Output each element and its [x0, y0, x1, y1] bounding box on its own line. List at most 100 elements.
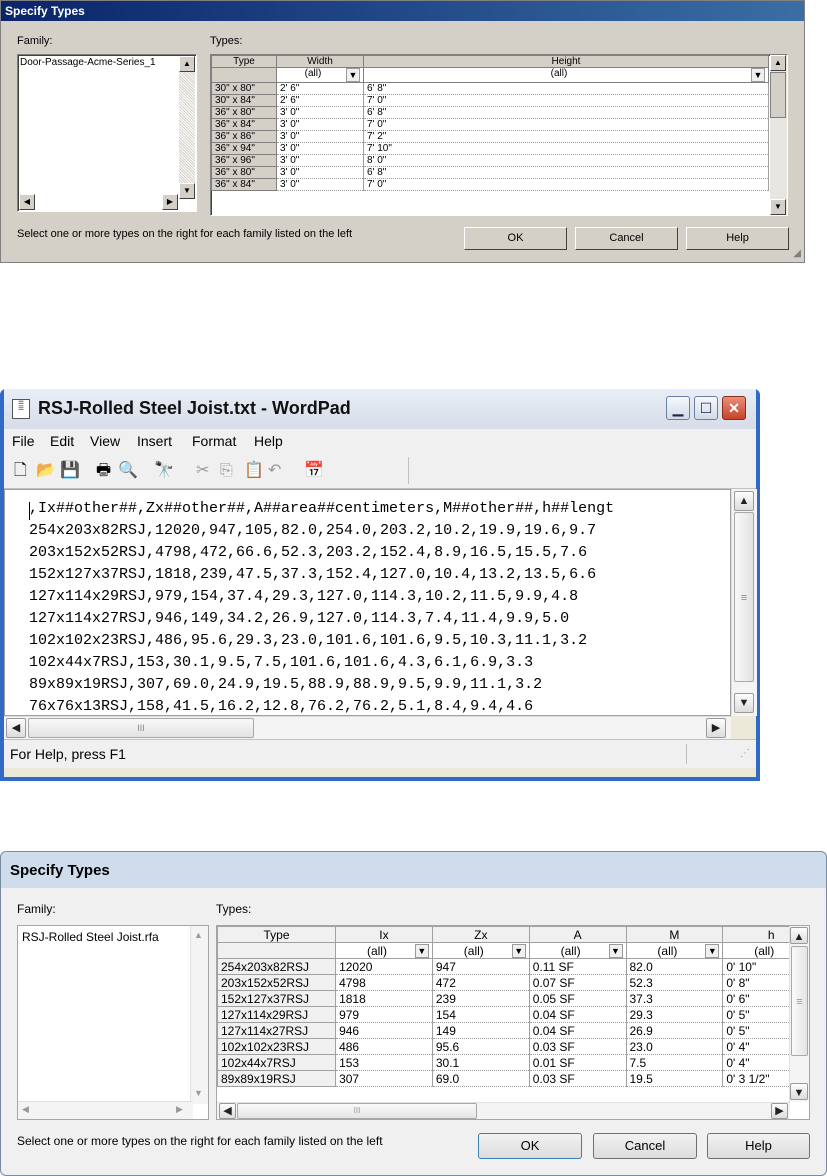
resize-grip-icon[interactable]: ⋰ — [740, 748, 750, 759]
paste-icon[interactable]: 📋 — [244, 462, 264, 480]
table-cell[interactable]: 29.3 — [626, 1006, 724, 1023]
table-cell[interactable]: 30" x 84" — [211, 94, 277, 107]
table-cell[interactable]: 153 — [335, 1054, 433, 1071]
grid-horizontal-scrollbar[interactable]: ◀ III ▶ — [217, 1102, 790, 1119]
table-cell[interactable]: 95.6 — [432, 1038, 530, 1055]
table-cell[interactable]: 23.0 — [626, 1038, 724, 1055]
table-cell[interactable]: 0.04 SF — [529, 1006, 627, 1023]
chevron-down-icon[interactable]: ▼ — [751, 68, 765, 82]
scroll-down-icon[interactable]: ▼ — [194, 1088, 203, 1098]
filter-dropdown[interactable]: ▼ (all) — [431, 942, 530, 959]
open-folder-icon[interactable]: 📂 — [36, 462, 56, 480]
table-cell[interactable]: 0.05 SF — [529, 990, 627, 1007]
table-cell[interactable]: 1818 — [335, 990, 433, 1007]
table-cell[interactable]: 0.01 SF — [529, 1054, 627, 1071]
scroll-thumb[interactable]: ≡ — [734, 512, 754, 682]
table-cell[interactable]: 472 — [432, 974, 530, 991]
table-cell[interactable]: 946 — [335, 1022, 433, 1039]
column-header-height[interactable]: Height — [363, 55, 769, 68]
table-cell[interactable]: 7' 2" — [363, 130, 769, 143]
scroll-thumb[interactable]: III — [28, 718, 254, 738]
column-header[interactable]: A — [528, 926, 627, 943]
scroll-up-icon[interactable]: ▲ — [770, 55, 786, 71]
table-cell[interactable]: 30.1 — [432, 1054, 530, 1071]
scroll-down-icon[interactable]: ▼ — [770, 199, 786, 215]
table-cell[interactable]: 0.03 SF — [529, 1038, 627, 1055]
table-cell[interactable]: 3' 0" — [276, 118, 364, 131]
table-cell[interactable]: 0.04 SF — [529, 1022, 627, 1039]
chevron-down-icon[interactable]: ▼ — [705, 943, 720, 958]
table-cell[interactable]: 102x44x7RSJ — [217, 1054, 337, 1071]
new-document-icon[interactable]: 🗋 — [14, 462, 27, 480]
chevron-down-icon[interactable]: ▼ — [608, 943, 623, 958]
document-icon[interactable]: ≡ ≡ — [12, 398, 30, 419]
vertical-scrollbar-track[interactable] — [179, 72, 195, 183]
table-cell[interactable]: 30" x 80" — [211, 82, 277, 95]
scroll-up-icon[interactable]: ▲ — [734, 491, 754, 511]
horizontal-scrollbar[interactable]: ◀ ▶ — [18, 1101, 193, 1119]
find-icon[interactable]: 🔭 — [154, 462, 174, 480]
vertical-scrollbar[interactable]: ▲ ≡ ▼ — [731, 489, 757, 716]
minimize-icon[interactable]: ▁ — [666, 396, 690, 420]
resize-grip-icon[interactable]: ◢ — [793, 248, 801, 259]
table-row[interactable]: 36" x 80" 3' 0" 6' 8" — [211, 106, 769, 119]
table-row[interactable]: 152x127x37RSJ18182390.05 SF37.30' 6"0' 5… — [217, 990, 809, 1007]
chevron-down-icon[interactable]: ▼ — [511, 943, 526, 958]
table-cell[interactable]: 4798 — [335, 974, 433, 991]
table-cell[interactable]: 36" x 96" — [211, 154, 277, 167]
close-icon[interactable]: ✕ — [722, 396, 746, 420]
table-row[interactable]: 102x102x23RSJ48695.60.03 SF23.00' 4"0' 4… — [217, 1038, 809, 1055]
table-row[interactable]: 36" x 94" 3' 0" 7' 10" — [211, 142, 769, 155]
scroll-left-icon[interactable]: ◀ — [6, 718, 26, 738]
types-grid[interactable]: Type Width Height (all) ▼ (all) ▼ 30" x 80… — [210, 54, 788, 216]
column-header-type[interactable]: Type — [211, 55, 277, 68]
table-cell[interactable]: 89x89x19RSJ — [217, 1070, 337, 1087]
scroll-up-icon[interactable]: ▲ — [179, 56, 195, 72]
family-list-item[interactable]: RSJ-Rolled Steel Joist.rfa — [22, 930, 159, 944]
table-row[interactable]: 30" x 80" 2' 6" 6' 8" — [211, 82, 769, 95]
scroll-right-icon[interactable]: ▶ — [771, 1103, 788, 1119]
table-cell[interactable]: 6' 8" — [363, 106, 769, 119]
types-grid[interactable]: TypeIxZxAMhb ▼(all)▼(all)▼(all)▼(all)▼(a… — [216, 925, 810, 1120]
filter-dropdown[interactable]: ▼ (all) — [335, 942, 433, 959]
scroll-right-icon[interactable]: ▶ — [176, 1104, 183, 1115]
table-row[interactable]: 36" x 80" 3' 0" 6' 8" — [211, 166, 769, 179]
scroll-down-icon[interactable]: ▼ — [734, 693, 754, 713]
table-cell[interactable]: 19.5 — [626, 1070, 724, 1087]
menu-insert[interactable]: Insert — [137, 433, 172, 449]
table-row[interactable]: 36" x 86" 3' 0" 7' 2" — [211, 130, 769, 143]
table-cell[interactable]: 36" x 84" — [211, 178, 277, 191]
table-cell[interactable]: 36" x 94" — [211, 142, 277, 155]
table-cell[interactable]: 7.5 — [626, 1054, 724, 1071]
table-cell[interactable]: 8' 0" — [363, 154, 769, 167]
table-cell[interactable]: 0.03 SF — [529, 1070, 627, 1087]
help-button[interactable]: Help — [707, 1133, 810, 1159]
chevron-down-icon[interactable]: ▼ — [346, 68, 360, 82]
table-cell[interactable]: 6' 8" — [363, 82, 769, 95]
table-row[interactable]: 127x114x29RSJ9791540.04 SF29.30' 5"0' 4 … — [217, 1006, 809, 1023]
table-cell[interactable]: 127x114x27RSJ — [217, 1022, 337, 1039]
filter-dropdown[interactable]: ▼ (all) — [625, 942, 724, 959]
table-cell[interactable]: 52.3 — [626, 974, 724, 991]
table-cell[interactable]: 6' 8" — [363, 166, 769, 179]
table-cell[interactable]: 486 — [335, 1038, 433, 1055]
table-cell[interactable]: 36" x 84" — [211, 118, 277, 131]
scroll-thumb[interactable]: III — [237, 1103, 477, 1119]
horizontal-scrollbar[interactable]: ◀ III ▶ — [4, 716, 731, 739]
menu-view[interactable]: View — [90, 433, 120, 449]
table-cell[interactable]: 3' 0" — [276, 178, 364, 191]
scroll-thumb[interactable] — [770, 72, 786, 118]
table-cell[interactable]: 36" x 80" — [211, 166, 277, 179]
scroll-down-icon[interactable]: ▼ — [179, 183, 195, 199]
scroll-left-icon[interactable]: ◀ — [22, 1104, 29, 1115]
table-cell[interactable]: 307 — [335, 1070, 433, 1087]
cut-icon[interactable]: ✂ — [196, 462, 209, 480]
table-cell[interactable]: 3' 0" — [276, 130, 364, 143]
menu-edit[interactable]: Edit — [50, 433, 74, 449]
document-area[interactable]: ,Ix##other##,Zx##other##,A##area##centim… — [4, 489, 731, 716]
table-row[interactable]: 36" x 84" 3' 0" 7' 0" — [211, 118, 769, 131]
table-cell[interactable]: 3' 0" — [276, 142, 364, 155]
scroll-thumb[interactable]: ≡ — [791, 946, 808, 1056]
table-cell[interactable]: 979 — [335, 1006, 433, 1023]
table-cell[interactable]: 69.0 — [432, 1070, 530, 1087]
